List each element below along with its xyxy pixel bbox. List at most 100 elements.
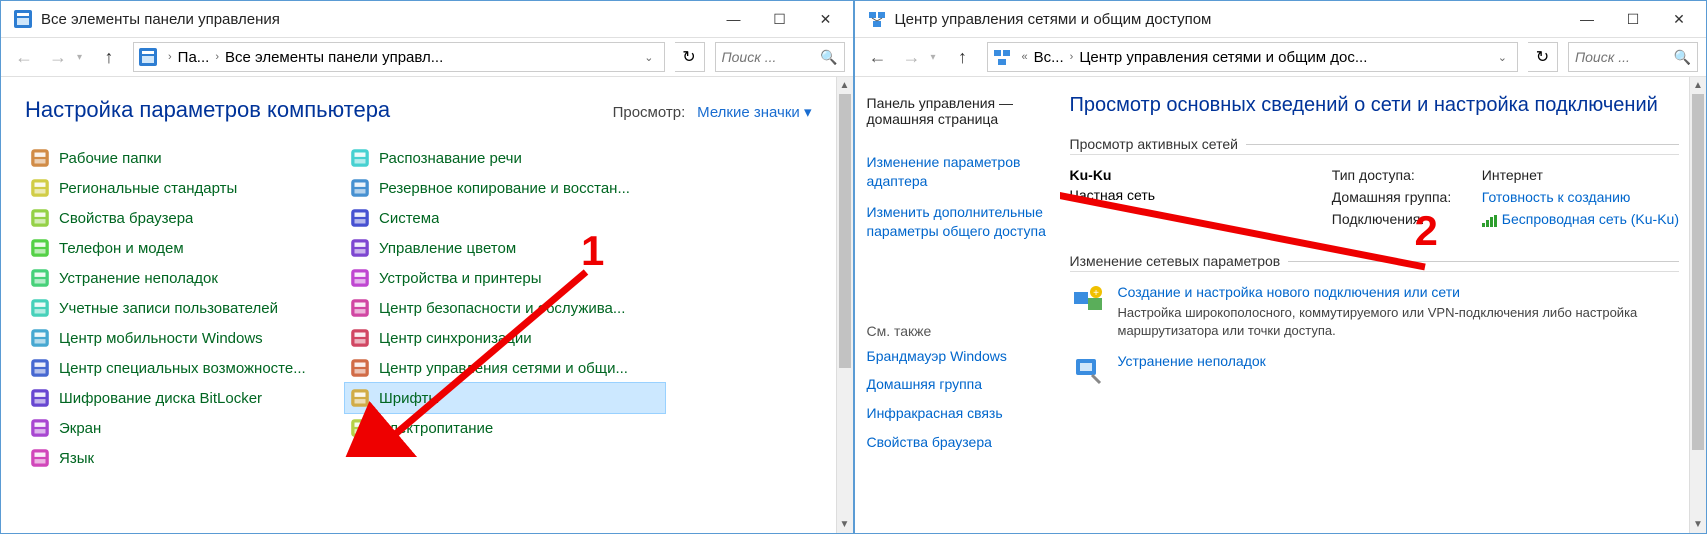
scroll-up-icon[interactable]: ▲ — [837, 77, 853, 94]
maximize-button[interactable]: ☐ — [1610, 3, 1656, 35]
breadcrumb-part[interactable]: Па... — [178, 49, 210, 66]
cp-item-icon — [29, 207, 51, 229]
cp-home-link[interactable]: Панель управления — — [867, 95, 1014, 111]
scroll-down-icon[interactable]: ▼ — [837, 516, 853, 533]
cp-item[interactable]: Шрифты — [345, 383, 665, 413]
cp-item[interactable]: Управление цветом — [345, 233, 665, 263]
nav-history-dropdown[interactable]: ▾ — [77, 52, 91, 63]
new-connection-icon: + — [1070, 284, 1106, 320]
cp-item[interactable]: Экран — [25, 413, 345, 443]
cp-item-icon — [29, 387, 51, 409]
chevron-right-icon: › — [215, 51, 219, 63]
address-bar[interactable]: « Вс... › Центр управления сетями и общи… — [987, 42, 1519, 72]
refresh-button[interactable]: ↻ — [675, 42, 705, 72]
scroll-up-icon[interactable]: ▲ — [1690, 77, 1706, 94]
cp-item[interactable]: Центр специальных возможносте... — [25, 353, 345, 383]
search-input[interactable] — [722, 49, 821, 65]
cp-item[interactable]: Центр мобильности Windows — [25, 323, 345, 353]
cp-item-icon — [349, 267, 371, 289]
new-connection-link[interactable]: Создание и настройка нового подключения … — [1118, 284, 1680, 300]
cp-item[interactable]: Центр управления сетями и общи... — [345, 353, 665, 383]
cp-item[interactable]: Региональные стандарты — [25, 173, 345, 203]
window-title: Центр управления сетями и общим доступом — [895, 11, 1565, 28]
nav-history-dropdown[interactable]: ▾ — [931, 52, 945, 63]
cp-item[interactable]: Система — [345, 203, 665, 233]
cp-item[interactable]: Учетные записи пользователей — [25, 293, 345, 323]
cp-item[interactable]: Устранение неполадок — [25, 263, 345, 293]
cp-item-icon — [29, 177, 51, 199]
cp-item-icon — [29, 357, 51, 379]
breadcrumb-part[interactable]: Все элементы панели управл... — [225, 49, 443, 66]
nav-up-button[interactable]: ↑ — [949, 43, 977, 71]
cp-item[interactable]: Телефон и модем — [25, 233, 345, 263]
cp-item-icon — [29, 447, 51, 469]
nav-forward-button[interactable]: → — [43, 42, 73, 72]
change-sharing-settings-link[interactable]: Изменить дополнительныепараметры общего … — [867, 203, 1048, 241]
cp-item-label: Управление цветом — [379, 240, 516, 257]
change-adapter-settings-link[interactable]: Изменение параметровадаптера — [867, 153, 1048, 191]
address-dropdown-icon[interactable]: ⌄ — [1492, 51, 1513, 64]
search-icon[interactable]: 🔍 — [820, 49, 837, 66]
cp-item[interactable]: Распознавание речи — [345, 143, 665, 173]
cp-item-label: Язык — [59, 450, 94, 467]
cp-item[interactable]: Рабочие папки — [25, 143, 345, 173]
close-button[interactable]: ✕ — [1656, 3, 1702, 35]
cp-home-link[interactable]: домашняя страница — [867, 111, 999, 127]
homegroup-link[interactable]: Домашняя группа — [867, 375, 1048, 394]
cp-item[interactable]: Электропитание — [345, 413, 665, 443]
chevron-right-icon: › — [168, 51, 172, 63]
cp-item[interactable]: Центр синхронизации — [345, 323, 665, 353]
cp-item[interactable]: Свойства браузера — [25, 203, 345, 233]
breadcrumb-part[interactable]: Вс... — [1034, 49, 1064, 66]
scroll-down-icon[interactable]: ▼ — [1690, 516, 1706, 533]
search-box[interactable]: 🔍 — [1568, 42, 1698, 72]
firewall-link[interactable]: Брандмауэр Windows — [867, 347, 1048, 366]
active-networks-label: Просмотр активных сетей — [1070, 136, 1238, 152]
vertical-scrollbar[interactable]: ▲ ▼ — [1689, 77, 1706, 533]
cp-item-icon — [349, 207, 371, 229]
minimize-button[interactable]: — — [1564, 3, 1610, 35]
cp-item-label: Телефон и модем — [59, 240, 184, 257]
cp-item-icon — [29, 327, 51, 349]
address-dropdown-icon[interactable]: ⌄ — [638, 51, 659, 64]
connection-link[interactable]: Беспроводная сеть (Ku-Ku) — [1482, 211, 1679, 227]
cp-item[interactable]: Центр безопасности и обслужива... — [345, 293, 665, 323]
cp-item[interactable]: Устройства и принтеры — [345, 263, 665, 293]
cp-item-icon — [29, 417, 51, 439]
view-dropdown[interactable]: Мелкие значки ▾ — [697, 104, 811, 121]
infrared-link[interactable]: Инфракрасная связь — [867, 404, 1048, 423]
nav-back-button[interactable]: ← — [9, 42, 39, 72]
cp-item-label: Центр мобильности Windows — [59, 330, 263, 347]
troubleshoot-link[interactable]: Устранение неполадок — [1118, 353, 1266, 369]
scrollbar-thumb[interactable] — [839, 94, 851, 368]
maximize-button[interactable]: ☐ — [757, 3, 803, 35]
vertical-scrollbar[interactable]: ▲ ▼ — [836, 77, 853, 533]
cp-item-label: Распознавание речи — [379, 150, 522, 167]
cp-item-label: Центр специальных возможносте... — [59, 360, 306, 377]
search-input[interactable] — [1575, 49, 1674, 65]
chevron-left-icon: « — [1022, 51, 1028, 63]
connections-label: Подключения: — [1332, 211, 1482, 227]
network-center-window: Центр управления сетями и общим доступом… — [854, 0, 1707, 534]
nav-up-button[interactable]: ↑ — [95, 43, 123, 71]
cp-item-icon — [349, 297, 371, 319]
cp-item[interactable]: Шифрование диска BitLocker — [25, 383, 345, 413]
window-title: Все элементы панели управления — [41, 11, 711, 28]
search-box[interactable]: 🔍 — [715, 42, 845, 72]
close-button[interactable]: ✕ — [803, 3, 849, 35]
search-icon[interactable]: 🔍 — [1674, 49, 1691, 66]
internet-options-link[interactable]: Свойства браузера — [867, 433, 1048, 452]
page-heading: Настройка параметров компьютера — [25, 97, 390, 123]
cp-item[interactable]: Резервное копирование и восстан... — [345, 173, 665, 203]
scrollbar-thumb[interactable] — [1692, 94, 1704, 450]
minimize-button[interactable]: — — [711, 3, 757, 35]
refresh-button[interactable]: ↻ — [1528, 42, 1558, 72]
address-bar[interactable]: › Па... › Все элементы панели управл... … — [133, 42, 665, 72]
breadcrumb-part[interactable]: Центр управления сетями и общим дос... — [1079, 49, 1367, 66]
homegroup-link[interactable]: Готовность к созданию — [1482, 189, 1631, 205]
cp-item[interactable]: Язык — [25, 443, 345, 473]
sidebar: Панель управления — домашняя страница Из… — [855, 77, 1060, 533]
nav-forward-button[interactable]: → — [897, 42, 927, 72]
nav-back-button[interactable]: ← — [863, 42, 893, 72]
cp-item-label: Шифрование диска BitLocker — [59, 390, 262, 407]
